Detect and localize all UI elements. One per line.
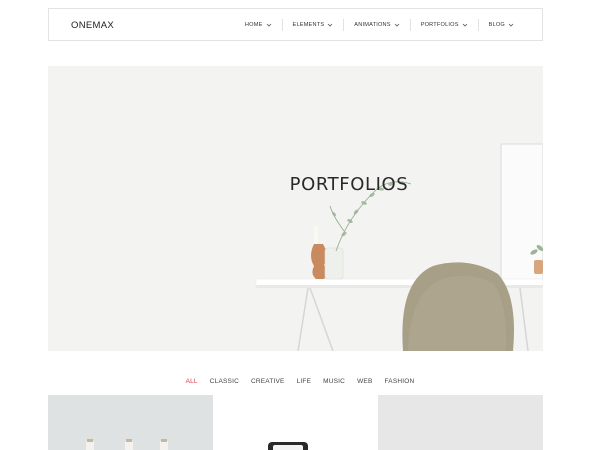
nav-item-blog[interactable]: BLOG bbox=[479, 19, 524, 31]
chevron-down-icon bbox=[394, 23, 399, 27]
filter-music[interactable]: MUSIC bbox=[317, 378, 351, 385]
wooden-candle-holder bbox=[311, 244, 327, 279]
filter-all[interactable]: ALL bbox=[180, 378, 204, 385]
site-header: ONEMAX HOME ELEMENTS ANIMATIONS PORTFOLI… bbox=[48, 8, 543, 41]
page-title: PORTFOLIOS bbox=[289, 174, 409, 195]
chair bbox=[402, 262, 514, 351]
filter-fashion[interactable]: FASHION bbox=[378, 378, 420, 385]
nav-item-label: ELEMENTS bbox=[292, 21, 325, 28]
hero-banner: PORTFOLIOS bbox=[48, 66, 543, 351]
portfolio-grid bbox=[48, 395, 543, 450]
watch-image bbox=[268, 442, 308, 450]
chevron-down-icon bbox=[462, 23, 467, 27]
portfolio-item-bottles[interactable] bbox=[48, 395, 213, 450]
nav-item-label: HOME bbox=[244, 21, 263, 28]
portfolio-item-blank[interactable] bbox=[378, 395, 543, 450]
main-nav: HOME ELEMENTS ANIMATIONS PORTFOLIOS BLOG bbox=[235, 9, 524, 40]
nav-item-label: ANIMATIONS bbox=[354, 21, 391, 28]
portfolio-item-watch[interactable] bbox=[213, 395, 378, 450]
site-logo[interactable]: ONEMAX bbox=[71, 20, 114, 31]
nav-item-label: BLOG bbox=[488, 21, 505, 28]
nav-item-animations[interactable]: ANIMATIONS bbox=[344, 19, 409, 31]
chevron-down-icon bbox=[266, 23, 271, 27]
nav-item-elements[interactable]: ELEMENTS bbox=[283, 19, 344, 31]
filter-life[interactable]: LIFE bbox=[291, 378, 318, 385]
nav-item-label: PORTFOLIOS bbox=[420, 21, 459, 28]
chevron-down-icon bbox=[508, 23, 514, 27]
filter-classic[interactable]: CLASSIC bbox=[204, 378, 245, 385]
bottles-image bbox=[86, 439, 168, 450]
filter-web[interactable]: WEB bbox=[351, 378, 378, 385]
hero-background-image bbox=[48, 66, 543, 351]
filter-creative[interactable]: CREATIVE bbox=[245, 378, 291, 385]
chevron-down-icon bbox=[327, 23, 333, 27]
portfolio-filters: ALL CLASSIC CREATIVE LIFE MUSIC WEB FASH… bbox=[0, 378, 600, 385]
glass-vase bbox=[324, 247, 344, 280]
nav-item-portfolios[interactable]: PORTFOLIOS bbox=[411, 19, 478, 31]
nav-item-home[interactable]: HOME bbox=[235, 19, 282, 31]
